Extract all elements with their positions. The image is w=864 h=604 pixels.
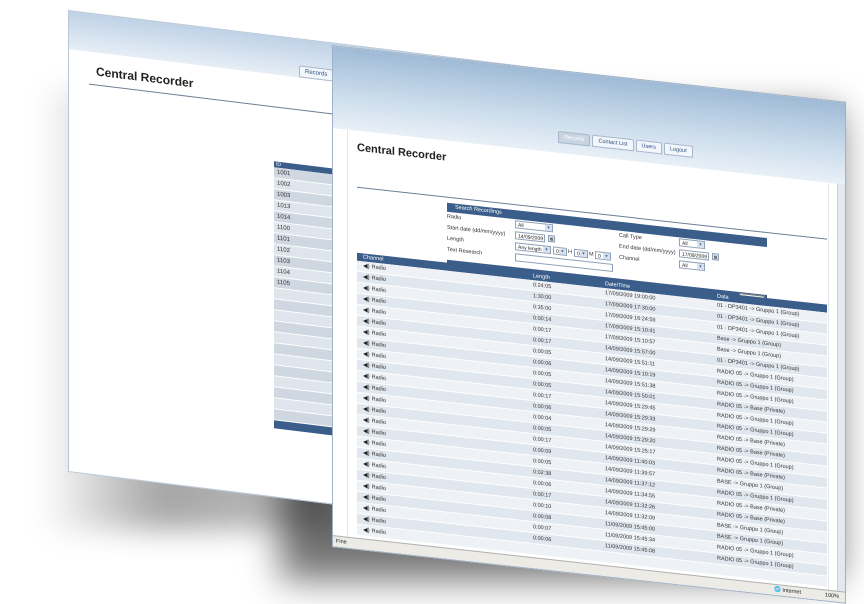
status-text: Fine <box>336 538 347 546</box>
channel-text: Radio <box>371 297 386 305</box>
length-minutes-select[interactable]: 0 <box>574 248 588 259</box>
channel-text: Radio <box>371 319 386 327</box>
call-type-label: Call Type <box>619 232 642 242</box>
speaker-icon[interactable]: ◀) <box>363 439 370 446</box>
minutes-unit: M <box>589 251 594 258</box>
channel-text: Radio <box>371 374 386 382</box>
length-hours-select[interactable]: 0 <box>553 246 567 256</box>
channel-text: Radio <box>371 407 386 415</box>
tab-contact-list[interactable]: Contact List <box>592 134 634 152</box>
speaker-icon[interactable]: ◀) <box>363 329 370 336</box>
speaker-icon[interactable]: ◀) <box>363 461 370 468</box>
front-window: Records Contact List Users Logout Centra… <box>332 45 846 604</box>
channel-text: Radio <box>371 451 386 459</box>
speaker-icon[interactable]: ◀) <box>363 263 370 270</box>
channel-text: Radio <box>371 264 386 272</box>
length-label: Length <box>447 235 464 244</box>
channel-text: Radio <box>371 418 386 426</box>
radio-label: Radio <box>447 213 462 222</box>
speaker-icon[interactable]: ◀) <box>363 296 370 303</box>
speaker-icon[interactable]: ◀) <box>363 373 370 380</box>
channel-text: Radio <box>371 506 386 514</box>
call-type-select[interactable]: All <box>679 238 705 250</box>
speaker-icon[interactable]: ◀) <box>363 384 370 391</box>
speaker-icon[interactable]: ◀) <box>363 406 370 413</box>
channel-text: Radio <box>371 363 386 371</box>
tab-logout[interactable]: Logout <box>663 142 693 158</box>
recordings-table: Channel Length Date/Time Data ◀) Radio 0:2… <box>357 252 827 588</box>
channel-text: Radio <box>371 462 386 470</box>
speaker-icon[interactable]: ◀) <box>363 483 370 490</box>
scrollbar[interactable] <box>837 183 845 595</box>
calendar-icon[interactable]: ▦ <box>548 234 555 243</box>
speaker-icon[interactable]: ◀) <box>363 516 370 523</box>
tab-records[interactable]: Records <box>299 65 334 82</box>
speaker-icon[interactable]: ◀) <box>363 362 370 369</box>
nav-tabs: Records Contact List Users Logout <box>558 130 693 158</box>
channel-text: Radio <box>371 528 386 536</box>
tab-users[interactable]: Users <box>635 139 662 155</box>
channel-text: Radio <box>371 352 386 360</box>
speaker-icon[interactable]: ◀) <box>363 472 370 479</box>
speaker-icon[interactable]: ◀) <box>363 340 370 347</box>
channel-text: Radio <box>371 385 386 393</box>
speaker-icon[interactable]: ◀) <box>363 285 370 292</box>
length-seconds-select[interactable]: 0 <box>595 251 611 261</box>
speaker-icon[interactable]: ◀) <box>363 307 370 314</box>
speaker-icon[interactable]: ◀) <box>363 450 370 457</box>
zone-label: Internet <box>782 587 801 596</box>
channel-text: Radio <box>371 429 386 437</box>
channel-label: Channel <box>619 254 640 263</box>
tab-records[interactable]: Records <box>558 130 591 147</box>
calendar-icon[interactable]: ▦ <box>712 252 719 261</box>
hours-unit: H <box>568 249 572 256</box>
speaker-icon[interactable]: ◀) <box>363 351 370 358</box>
channel-text: Radio <box>371 517 386 525</box>
speaker-icon[interactable]: ◀) <box>363 417 370 424</box>
channel-text: Radio <box>371 286 386 294</box>
channel-text: Radio <box>371 396 386 404</box>
speaker-icon[interactable]: ◀) <box>363 274 370 281</box>
channel-text: Radio <box>371 330 386 338</box>
internet-zone: 🌐 Internet <box>773 586 801 596</box>
channel-text: Radio <box>371 275 386 283</box>
speaker-icon[interactable]: ◀) <box>363 527 370 534</box>
channel-text: Radio <box>371 341 386 349</box>
channel-select[interactable]: All <box>679 260 705 272</box>
speaker-icon[interactable]: ◀) <box>363 318 370 325</box>
channel-text: Radio <box>371 308 386 316</box>
channel-text: Radio <box>371 440 386 448</box>
speaker-icon[interactable]: ◀) <box>363 505 370 512</box>
zoom-level[interactable]: 100% <box>825 590 839 602</box>
channel-text: Radio <box>371 473 386 481</box>
speaker-icon[interactable]: ◀) <box>363 494 370 501</box>
speaker-icon[interactable]: ◀) <box>363 428 370 435</box>
text-research-label: Text Research <box>447 246 483 257</box>
speaker-icon[interactable]: ◀) <box>363 395 370 402</box>
channel-text: Radio <box>371 495 386 503</box>
channel-text: Radio <box>371 484 386 492</box>
